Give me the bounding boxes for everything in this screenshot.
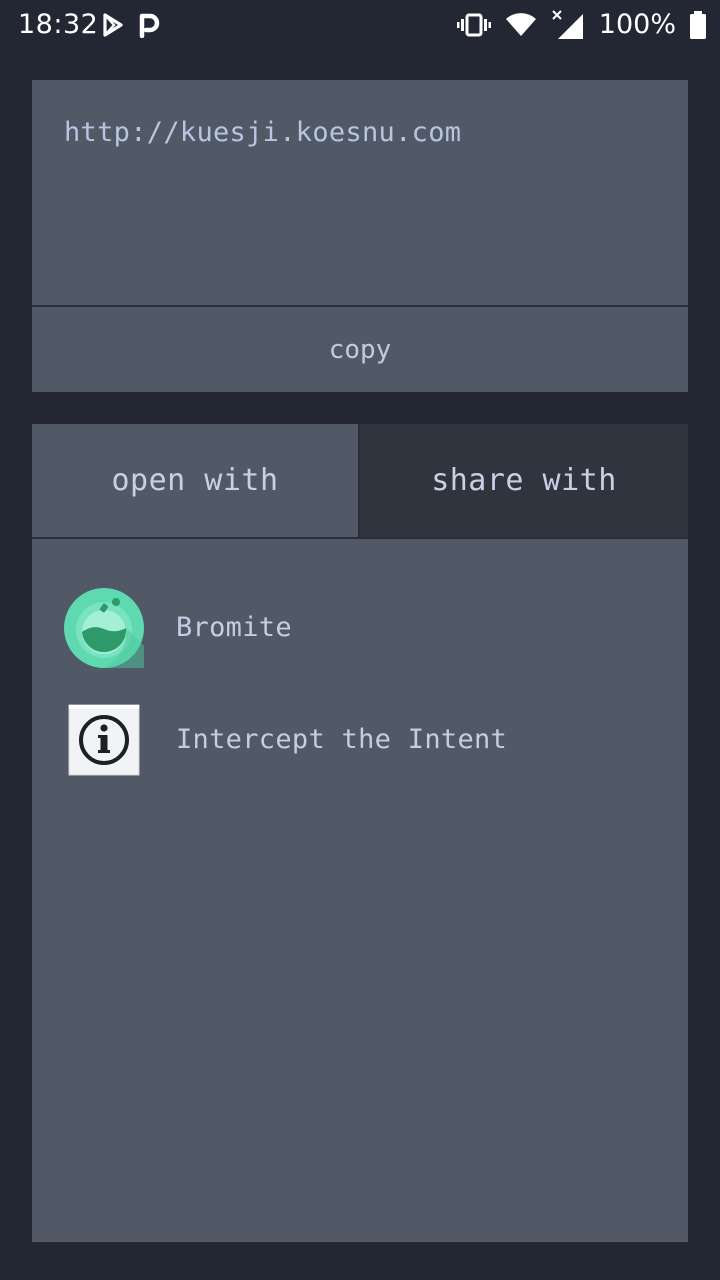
battery-level: 100% xyxy=(598,9,676,40)
vibrate-icon xyxy=(456,13,491,37)
tab-open-with[interactable]: open with xyxy=(32,424,358,537)
app-label: Bromite xyxy=(176,612,292,643)
url-text[interactable]: http://kuesji.koesnu.com xyxy=(64,116,461,150)
copy-button[interactable]: copy xyxy=(32,307,688,392)
parking-icon xyxy=(138,12,160,38)
status-bar: 18:32 100% xyxy=(0,0,720,50)
info-icon xyxy=(64,700,144,780)
play-store-icon xyxy=(102,12,124,38)
tab-share-with[interactable]: share with xyxy=(360,424,688,537)
list-item-intercept-the-intent[interactable]: Intercept the Intent xyxy=(32,684,688,796)
status-right: 100% xyxy=(456,8,706,42)
list-item-bromite[interactable]: Bromite xyxy=(32,572,688,684)
bromite-icon xyxy=(64,588,144,668)
app-list: Bromite Intercept the Intent xyxy=(32,539,688,1242)
status-left-icons xyxy=(102,10,160,40)
status-time: 18:32 xyxy=(18,9,99,40)
wifi-icon xyxy=(505,13,537,37)
app-label: Intercept the Intent xyxy=(176,724,508,755)
signal-icon xyxy=(551,10,585,40)
url-panel: http://kuesji.koesnu.com xyxy=(32,80,688,305)
battery-icon xyxy=(690,11,706,39)
